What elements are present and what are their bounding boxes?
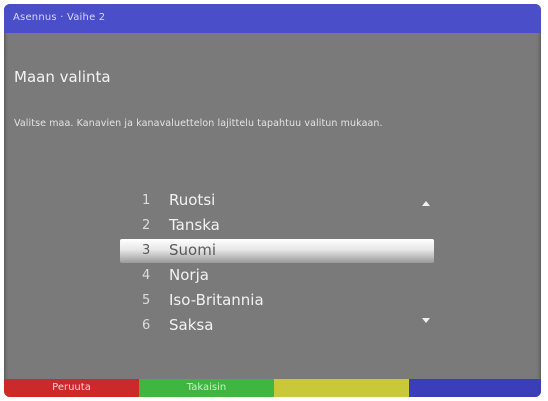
- item-number: 2: [142, 218, 151, 233]
- item-name: Tanska: [169, 216, 220, 234]
- list-item-3-selected[interactable]: 3 Suomi: [4, 239, 541, 263]
- item-number: 5: [142, 293, 151, 308]
- color-key-bar: Peruuta Takaisin: [4, 379, 541, 397]
- list-item-1[interactable]: 1 Ruotsi: [4, 189, 541, 213]
- list-item-6[interactable]: 6 Saksa: [4, 314, 541, 338]
- red-key-button[interactable]: Peruuta: [4, 379, 139, 397]
- item-number: 4: [142, 268, 151, 283]
- green-key-label: Takaisin: [186, 382, 227, 393]
- item-name: Saksa: [169, 316, 214, 334]
- header-bar: Asennus · Vaihe 2: [4, 4, 541, 33]
- list-item-2[interactable]: 2 Tanska: [4, 214, 541, 238]
- item-name: Suomi: [169, 241, 216, 259]
- yellow-key-button[interactable]: [274, 379, 409, 397]
- page-title: Maan valinta: [14, 68, 111, 86]
- red-key-label: Peruuta: [52, 382, 91, 393]
- breadcrumb: Asennus · Vaihe 2: [13, 12, 106, 23]
- green-key-button[interactable]: Takaisin: [139, 379, 274, 397]
- blue-key-button[interactable]: [409, 379, 541, 397]
- scroll-down-arrow-icon[interactable]: [422, 318, 430, 323]
- selection-highlight: [120, 239, 434, 263]
- scroll-up-arrow-icon[interactable]: [422, 201, 430, 206]
- item-name: Ruotsi: [169, 191, 216, 209]
- item-name: Iso-Britannia: [169, 291, 264, 309]
- item-number: 1: [142, 193, 151, 208]
- item-name: Norja: [169, 266, 209, 284]
- item-number: 6: [142, 318, 151, 333]
- item-number: 3: [142, 243, 151, 258]
- list-item-5[interactable]: 5 Iso-Britannia: [4, 289, 541, 313]
- tv-menu-screen: Asennus · Vaihe 2 Maan valinta Valitse m…: [4, 4, 541, 397]
- page-description: Valitse maa. Kanavien ja kanavaluettelon…: [14, 118, 383, 129]
- list-item-4[interactable]: 4 Norja: [4, 264, 541, 288]
